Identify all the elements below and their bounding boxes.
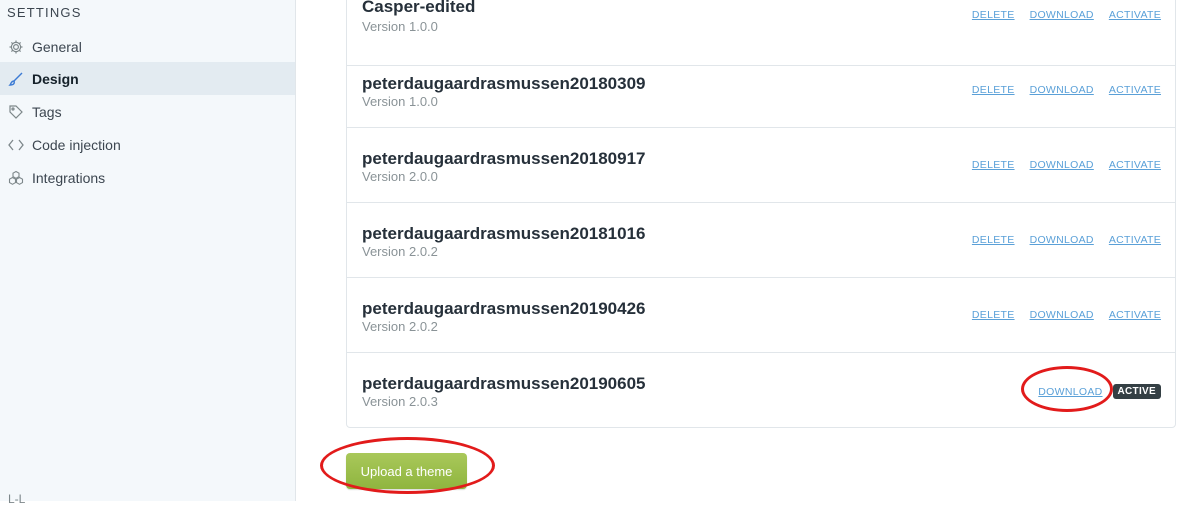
theme-row: peterdaugaardrasmussen20181016 Version 2…: [347, 203, 1175, 278]
delete-link[interactable]: DELETE: [972, 84, 1015, 96]
code-icon: [8, 137, 24, 153]
sidebar-item-design[interactable]: Design: [0, 62, 295, 95]
theme-version: Version 2.0.0: [362, 169, 438, 184]
theme-row: peterdaugaardrasmussen20180917 Version 2…: [347, 128, 1175, 203]
sidebar-item-label: Code injection: [32, 136, 121, 153]
theme-name: Casper-edited: [362, 0, 476, 16]
theme-name: peterdaugaardrasmussen20190426: [362, 299, 646, 318]
sidebar-item-tags[interactable]: Tags: [0, 95, 295, 128]
activate-link[interactable]: ACTIVATE: [1109, 84, 1161, 96]
download-link[interactable]: DOWNLOAD: [1038, 386, 1102, 398]
brush-icon: [8, 71, 24, 87]
download-link[interactable]: DOWNLOAD: [1030, 9, 1094, 21]
download-link[interactable]: DOWNLOAD: [1030, 234, 1094, 246]
theme-name: peterdaugaardrasmussen20180917: [362, 149, 646, 168]
integrations-icon: [8, 170, 24, 186]
sidebar-item-integrations[interactable]: Integrations: [0, 161, 295, 194]
theme-name: peterdaugaardrasmussen20181016: [362, 224, 646, 243]
active-badge: ACTIVE: [1112, 384, 1161, 399]
tag-icon: [8, 104, 24, 120]
theme-list: Casper-edited Version 1.0.0 DELETE DOWNL…: [346, 0, 1176, 428]
sidebar-item-label: General: [32, 38, 82, 55]
delete-link[interactable]: DELETE: [972, 234, 1015, 246]
sidebar-item-label: Design: [32, 70, 79, 87]
delete-link[interactable]: DELETE: [972, 159, 1015, 171]
sidebar-bottom-partial: L-L: [8, 492, 26, 506]
sidebar-item-code-injection[interactable]: Code injection: [0, 128, 295, 161]
theme-row: peterdaugaardrasmussen20190426 Version 2…: [347, 278, 1175, 353]
theme-version: Version 1.0.0: [362, 94, 438, 109]
sidebar-item-label: Tags: [32, 103, 62, 120]
theme-name: peterdaugaardrasmussen20190605: [362, 374, 646, 393]
sidebar-item-general[interactable]: General: [0, 30, 295, 63]
theme-version: Version 1.0.0: [362, 19, 438, 34]
download-link[interactable]: DOWNLOAD: [1030, 84, 1094, 96]
theme-name: peterdaugaardrasmussen20180309: [362, 74, 646, 93]
activate-link[interactable]: ACTIVATE: [1109, 234, 1161, 246]
theme-version: Version 2.0.2: [362, 244, 438, 259]
settings-sidebar: SETTINGS General Design Tags Code inject…: [0, 0, 296, 506]
activate-link[interactable]: ACTIVATE: [1109, 309, 1161, 321]
activate-link[interactable]: ACTIVATE: [1109, 159, 1161, 171]
activate-link[interactable]: ACTIVATE: [1109, 9, 1161, 21]
download-link[interactable]: DOWNLOAD: [1030, 309, 1094, 321]
theme-version: Version 2.0.3: [362, 394, 438, 409]
sidebar-item-label: Integrations: [32, 169, 106, 186]
download-link[interactable]: DOWNLOAD: [1030, 159, 1094, 171]
upload-theme-button[interactable]: Upload a theme: [346, 453, 467, 489]
sidebar-heading: SETTINGS: [7, 5, 82, 20]
theme-row: peterdaugaardrasmussen20180309 Version 1…: [347, 53, 1175, 128]
theme-row: peterdaugaardrasmussen20190605 Version 2…: [347, 353, 1175, 428]
theme-version: Version 2.0.2: [362, 319, 438, 334]
gear-icon: [8, 39, 24, 55]
delete-link[interactable]: DELETE: [972, 9, 1015, 21]
delete-link[interactable]: DELETE: [972, 309, 1015, 321]
